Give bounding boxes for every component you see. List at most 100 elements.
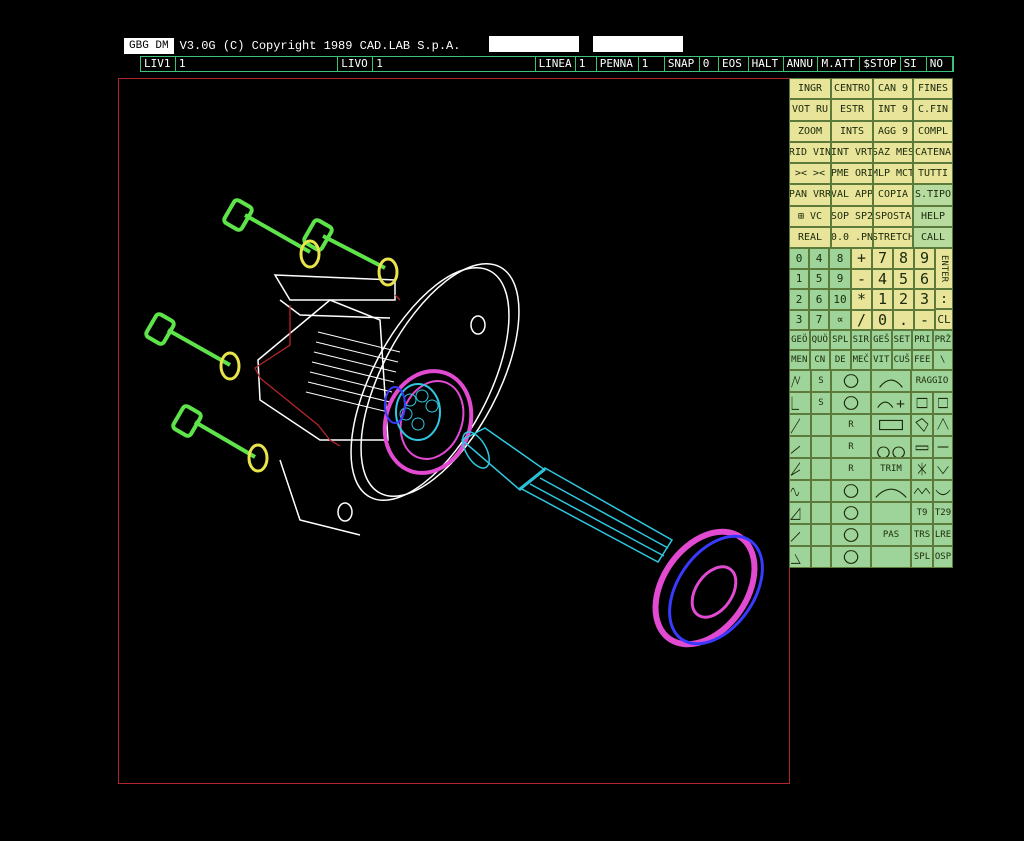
tool-shape-icon[interactable] [911, 414, 933, 436]
tool-circ3-icon[interactable] [831, 502, 871, 524]
layer-key[interactable]: ∝ [829, 309, 851, 330]
tool-tri3-icon[interactable] [789, 546, 811, 568]
numeric-key[interactable]: 8 [893, 248, 914, 269]
tool-diag-icon[interactable] [789, 414, 811, 436]
menu-command[interactable]: PME ORI [831, 163, 873, 185]
clear-key[interactable]: CL [935, 309, 953, 330]
tool-raggio[interactable]: RAGGIO [911, 370, 953, 392]
menu-command[interactable]: S.TIPO [913, 184, 953, 206]
menu-command[interactable]: HELP [913, 205, 953, 227]
tool-blank-icon[interactable] [811, 502, 831, 524]
numeric-key[interactable]: * [851, 289, 872, 310]
tool-wave-icon[interactable] [789, 480, 811, 502]
numeric-key[interactable]: / [851, 309, 872, 330]
menu-command[interactable]: INTS [831, 120, 873, 142]
tool-zig2-icon[interactable] [933, 480, 953, 502]
layer-key[interactable]: 4 [809, 248, 829, 269]
tool-blank-icon[interactable] [811, 436, 831, 458]
tool-blank-icon[interactable] [811, 414, 831, 436]
tool-dotcircle-icon[interactable] [831, 392, 871, 414]
tool-blank-icon[interactable] [871, 546, 911, 568]
numeric-key[interactable]: 2 [893, 289, 914, 310]
menu-command[interactable]: FINES [913, 78, 953, 100]
menu-command[interactable]: >< >< [789, 163, 831, 185]
entity-command[interactable]: CUŠ [891, 350, 912, 370]
tool-star2-icon[interactable] [933, 458, 953, 480]
tool-blank-icon[interactable] [811, 546, 831, 568]
entity-command[interactable]: PRI [912, 330, 933, 350]
entity-command[interactable]: \ [932, 350, 953, 370]
layer-key[interactable]: 1 [789, 268, 809, 289]
tool-r3[interactable]: R [831, 458, 871, 480]
tool-blank-icon[interactable] [811, 458, 831, 480]
layer-key[interactable]: 0 [789, 248, 809, 269]
tool-blank-icon[interactable] [871, 502, 911, 524]
menu-command[interactable]: INGR [789, 78, 831, 100]
menu-command[interactable]: VAL APP [831, 184, 873, 206]
tool-circles-icon[interactable] [871, 436, 911, 458]
enter-key[interactable]: ENTER [935, 248, 953, 289]
entity-command[interactable]: QUÖ [809, 330, 830, 350]
menu-command[interactable]: RID VIN [789, 141, 831, 163]
tool-t29[interactable]: T29 [933, 502, 953, 524]
tool-r1[interactable]: R [831, 414, 871, 436]
numeric-key[interactable]: 0 [872, 309, 893, 330]
numeric-key[interactable]: - [914, 309, 935, 330]
numeric-key[interactable]: 4 [872, 268, 893, 289]
tool-pas[interactable]: PAS [871, 524, 911, 546]
numeric-key[interactable]: 1 [872, 289, 893, 310]
tool-t9[interactable]: T9 [911, 502, 933, 524]
numeric-key[interactable]: - [851, 268, 872, 289]
tool-lre[interactable]: LRE [933, 524, 953, 546]
tool-tri2-icon[interactable] [789, 524, 811, 546]
menu-command[interactable]: 0.0 .PN [831, 226, 873, 248]
tool-rect-icon[interactable] [871, 414, 911, 436]
layer-key[interactable]: 6 [809, 289, 829, 310]
tool-r2[interactable]: R [831, 436, 871, 458]
tool-circ4-icon[interactable] [831, 524, 871, 546]
menu-command[interactable]: CALL [913, 226, 953, 248]
menu-command[interactable]: MLP MCT [873, 163, 913, 185]
entity-command[interactable]: SET [891, 330, 912, 350]
tool-zigzag-icon[interactable] [789, 370, 811, 392]
tool-trs[interactable]: TRS [911, 524, 933, 546]
entity-command[interactable]: VIT [871, 350, 892, 370]
tool-box2-icon[interactable] [933, 392, 953, 414]
menu-command[interactable]: VOT RU [789, 99, 831, 121]
tool-spl[interactable]: SPL [911, 546, 933, 568]
layer-key[interactable]: 9 [829, 268, 851, 289]
menu-command[interactable]: SAZ MES [873, 141, 913, 163]
entity-command[interactable]: SIR [850, 330, 871, 350]
tool-shape2-icon[interactable] [933, 414, 953, 436]
tool-curve-icon[interactable] [871, 480, 911, 502]
tool-zig-icon[interactable] [911, 480, 933, 502]
tool-tri-icon[interactable] [789, 502, 811, 524]
entity-command[interactable]: SPL [830, 330, 851, 350]
menu-command[interactable]: ESTR [831, 99, 873, 121]
tool-blank-icon[interactable] [811, 480, 831, 502]
entity-command[interactable]: MEČ [850, 350, 871, 370]
tool-star-icon[interactable] [911, 458, 933, 480]
tool-arcplus-icon[interactable] [871, 392, 911, 414]
menu-command[interactable]: AGG 9 [873, 120, 913, 142]
entity-command[interactable]: FEE [912, 350, 933, 370]
numeric-key[interactable]: 7 [872, 248, 893, 269]
menu-command[interactable]: ZOOM [789, 120, 831, 142]
tool-trim[interactable]: TRIM [871, 458, 911, 480]
tool-arc-icon[interactable] [871, 370, 911, 392]
entity-command[interactable]: MEN [789, 350, 810, 370]
entity-command[interactable]: GEŠ [871, 330, 892, 350]
menu-command[interactable]: ⊞ VC [789, 205, 831, 227]
tool-circ2-icon[interactable] [831, 480, 871, 502]
entity-command[interactable]: PRŽ [932, 330, 953, 350]
layer-key[interactable]: 2 [789, 289, 809, 310]
menu-command[interactable]: C.FIN [913, 99, 953, 121]
numeric-key[interactable]: . [893, 309, 914, 330]
colon-key[interactable]: : [935, 289, 953, 309]
layer-key[interactable]: 10 [829, 289, 851, 310]
tool-circ5-icon[interactable] [831, 546, 871, 568]
menu-command[interactable]: STRETCH [873, 226, 913, 248]
entity-command[interactable]: GEÖ [789, 330, 810, 350]
menu-command[interactable]: CATENA [913, 141, 953, 163]
tool-corner-icon[interactable] [789, 392, 811, 414]
